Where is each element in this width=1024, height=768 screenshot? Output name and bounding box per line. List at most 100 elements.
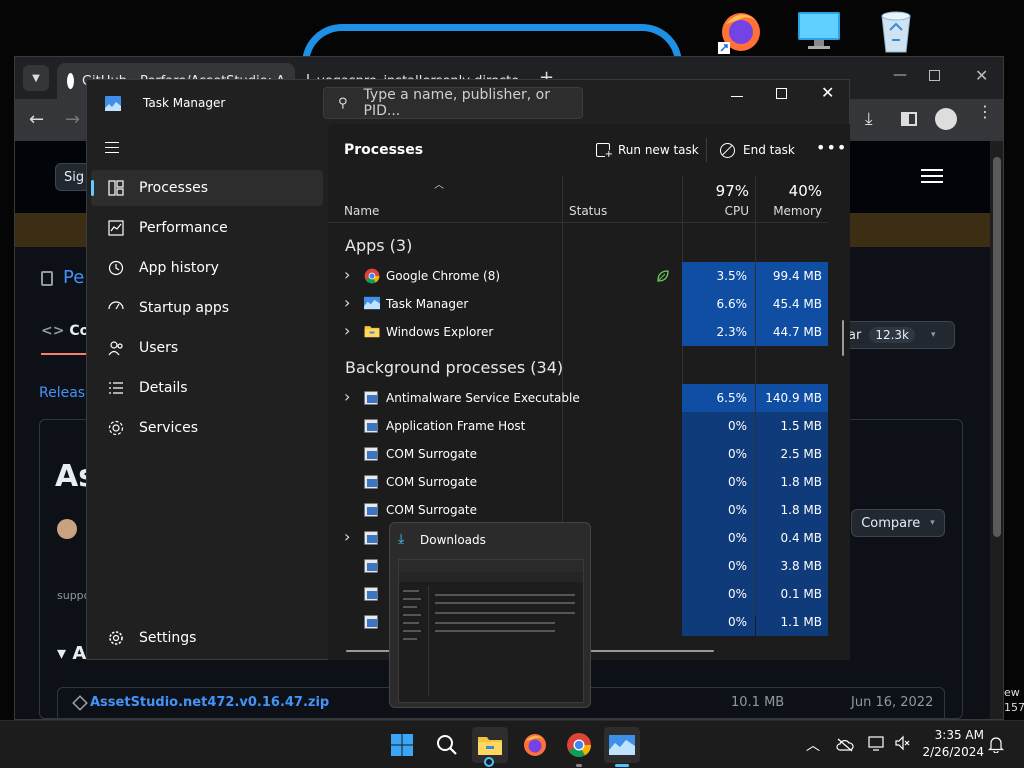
start-button[interactable] [384,727,420,763]
download-icon[interactable]: ⤓ [865,109,873,129]
firefox-button[interactable] [517,727,553,763]
process-icon [364,475,378,489]
hamburger-icon[interactable] [105,142,119,153]
forward-button[interactable]: → [65,109,80,130]
chevron-right-icon[interactable]: › [344,387,350,406]
chevron-right-icon[interactable]: › [344,321,350,340]
notification-bell-icon[interactable] [988,735,1004,754]
search-icon [437,735,457,755]
this-pc-icon[interactable] [796,10,842,52]
minimize-button[interactable] [731,96,743,97]
maximize-button[interactable] [929,70,940,81]
repo-icon [41,271,53,286]
process-memory: 44.7 MB [756,318,828,346]
search-button[interactable] [429,727,465,763]
minimize-button[interactable]: — [893,67,907,83]
details-icon [105,380,127,396]
process-row[interactable]: › Task Manager 6.6% 45.4 MB [328,290,828,318]
processes-icon [105,180,127,196]
process-cpu: 0% [682,552,755,580]
back-button[interactable]: ← [29,109,44,130]
app-history-icon [105,260,127,276]
file-explorer-button[interactable] [472,727,508,767]
recycle-bin-icon[interactable] [876,8,916,54]
vertical-scrollbar-thumb[interactable] [842,320,844,356]
tab-search-button[interactable]: ▼ [23,65,49,91]
nav-details[interactable]: Details [91,370,323,406]
clock-date[interactable]: 2/26/2024 [914,745,984,759]
close-button[interactable]: ✕ [975,66,988,85]
hamburger-icon[interactable] [921,169,943,183]
nav-settings[interactable]: Settings [91,620,323,656]
process-row[interactable]: COM Surrogate 0% 2.5 MB [328,440,828,468]
more-options-icon[interactable]: ••• [816,138,847,157]
process-cpu: 0% [682,524,755,552]
task-manager-button[interactable] [604,727,640,767]
window-title: Task Manager [143,96,226,110]
taskbar: ︿ 3:35 AM 2/26/2024 [0,720,1024,768]
process-cpu: 0% [682,468,755,496]
nav-services[interactable]: Services [91,410,323,446]
search-input[interactable]: ⚲ Type a name, publisher, or PID... [323,87,583,119]
author-avatar [57,519,77,539]
run-task-icon: + [596,143,613,160]
run-new-task-button[interactable]: + Run new task [596,138,699,162]
nav-processes[interactable]: Processes [91,170,323,206]
process-row[interactable]: COM Surrogate 0% 1.8 MB [328,496,828,524]
repo-name[interactable]: Pe [63,267,84,288]
chrome-button[interactable] [561,727,597,767]
process-row[interactable]: COM Surrogate 0% 1.8 MB [328,468,828,496]
process-row[interactable]: › Antimalware Service Executable 6.5% 140.9… [328,384,828,412]
chevron-right-icon[interactable]: › [344,293,350,312]
process-memory: 1.5 MB [756,412,828,440]
compare-button[interactable]: Compare ▾ [851,509,945,537]
scrollbar[interactable] [990,141,1003,719]
task-manager-titlebar: Task Manager ⚲ Type a name, publisher, o… [87,80,849,124]
scrollbar-thumb[interactable] [993,157,1001,537]
maximize-button[interactable] [776,88,787,99]
chevron-right-icon[interactable]: › [344,527,350,546]
process-cpu: 0% [682,496,755,524]
menu-kebab-icon[interactable]: ⋮ [977,104,993,120]
clock-time[interactable]: 3:35 AM [924,728,984,742]
side-panel-icon[interactable] [901,112,917,126]
show-hidden-icons-button[interactable]: ︿ [806,735,820,755]
nav-startup-apps[interactable]: Startup apps [91,290,323,326]
process-name: Task Manager [386,297,469,311]
process-icon [364,391,378,405]
asset-date: Jun 16, 2022 [851,695,934,710]
asset-link[interactable]: AssetStudio.net472.v0.16.47.zip [90,695,329,710]
process-icon [364,503,378,517]
chevron-right-icon[interactable]: › [344,265,350,284]
nav-app-history[interactable]: App history [91,250,323,286]
process-name: COM Surrogate [386,475,478,489]
process-icon [364,531,378,545]
column-memory[interactable]: Memory [756,204,822,218]
cloud-offline-icon[interactable] [836,737,854,752]
process-cpu: 6.6% [682,290,755,318]
end-task-button[interactable]: End task [720,138,795,162]
end-task-label: End task [743,143,795,157]
active-indicator [615,764,629,767]
run-new-task-label: Run new task [618,143,699,157]
downloads-window-preview[interactable]: ⤓ Downloads [389,522,591,708]
profile-avatar[interactable] [935,108,957,130]
firefox-shortcut-icon[interactable] [716,6,766,54]
network-icon[interactable] [868,735,886,751]
nav-performance[interactable]: Performance [91,210,323,246]
process-memory: 1.8 MB [756,496,828,524]
process-row[interactable]: Application Frame Host 0% 1.5 MB [328,412,828,440]
process-memory: 0.1 MB [756,580,828,608]
close-button[interactable]: ✕ [821,83,834,102]
column-name[interactable]: Name [344,204,379,218]
process-row[interactable]: › Windows Explorer 2.3% 44.7 MB [328,318,828,346]
volume-muted-icon[interactable] [894,735,912,751]
process-row[interactable]: › Google Chrome (8) 3.5% 99.4 MB [328,262,828,290]
chevron-down-icon: ▾ [930,518,935,528]
users-icon [105,340,127,356]
preview-image [398,559,584,703]
column-status[interactable]: Status [569,204,607,218]
nav-users[interactable]: Users [91,330,323,366]
column-cpu[interactable]: CPU [682,204,749,218]
star-button[interactable]: ar 12.3k ▾ [841,321,955,349]
